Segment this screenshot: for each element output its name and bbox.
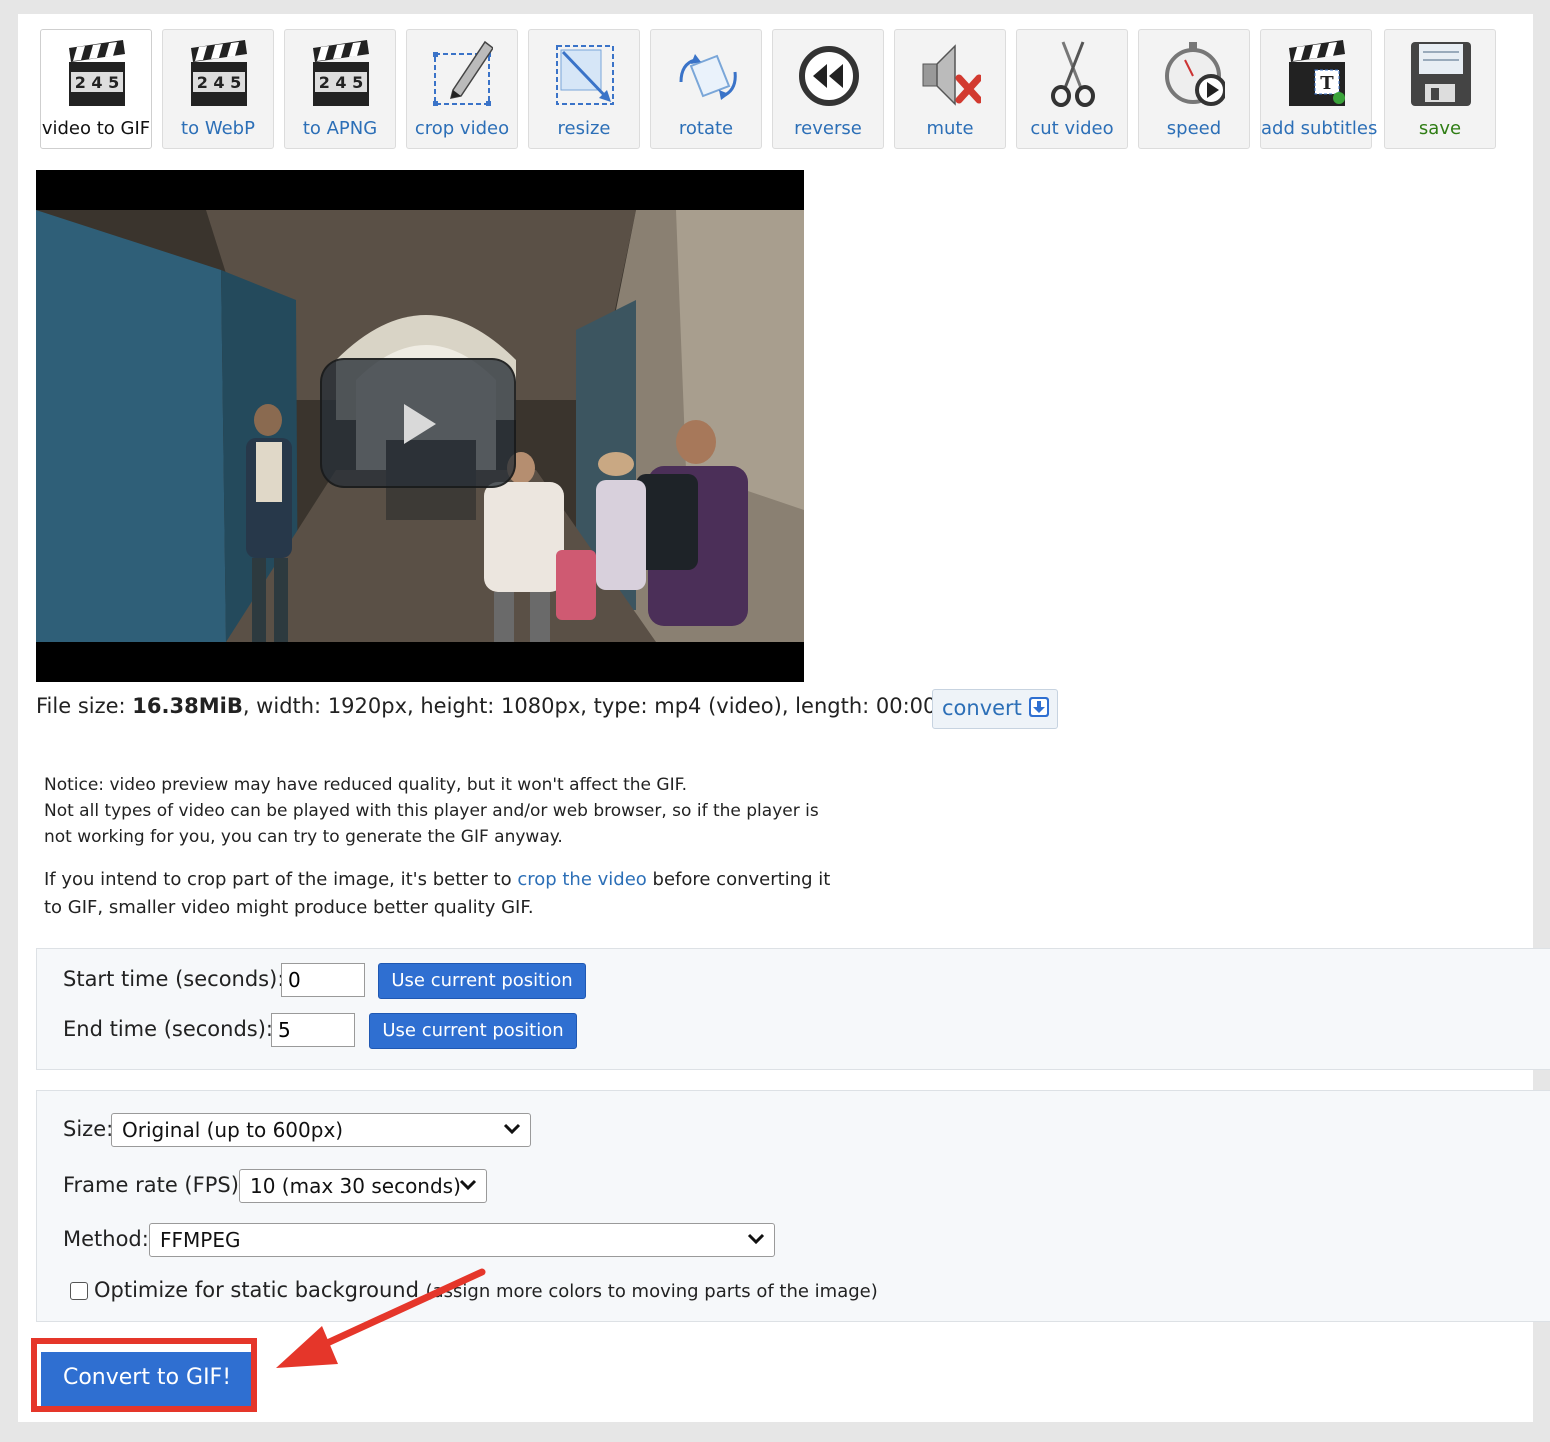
clapper-digits: 2 4 5	[197, 73, 242, 92]
tool-to-apng[interactable]: 2 4 5 to APNG	[284, 29, 396, 149]
tool-label: reverse	[794, 118, 862, 139]
tool-add-subtitles[interactable]: T add subtitles	[1260, 29, 1378, 149]
size-select-value: Original (up to 600px)	[122, 1118, 344, 1142]
end-use-current-position-button[interactable]: Use current position	[369, 1013, 577, 1049]
notice-line-2: Not all types of video can be played wit…	[44, 801, 819, 847]
time-range-panel: Start time (seconds): Use current positi…	[36, 948, 1550, 1070]
notice-text: Notice: video preview may have reduced q…	[44, 772, 844, 850]
floppy-disk-icon	[1411, 42, 1471, 106]
tool-cut-video[interactable]: cut video	[1016, 29, 1128, 149]
convert-label: convert	[942, 696, 1022, 720]
tool-label: crop video	[414, 118, 510, 139]
play-button[interactable]	[320, 358, 516, 488]
chevron-down-icon	[459, 1179, 477, 1191]
start-time-input[interactable]	[281, 963, 365, 997]
hint-text-before: If you intend to crop part of the image,…	[44, 869, 518, 890]
file-info: File size: 16.38MiB, width: 1920px, heig…	[36, 694, 970, 718]
optimize-static-background-checkbox[interactable]	[70, 1282, 88, 1300]
size-select[interactable]: Original (up to 600px)	[111, 1113, 531, 1147]
scissors-icon	[1051, 41, 1095, 107]
end-time-label: End time (seconds):	[63, 1017, 273, 1041]
annotation-arrow-icon	[276, 1268, 486, 1368]
clapperboard-icon: 2 4 5	[313, 40, 369, 106]
fps-label: Frame rate (FPS):	[63, 1173, 246, 1197]
tool-save[interactable]: save	[1384, 29, 1496, 149]
tool-label: speed	[1166, 118, 1222, 139]
tool-label: resize	[557, 118, 611, 139]
tool-to-webp[interactable]: 2 4 5 to WebP	[162, 29, 274, 149]
method-label: Method:	[63, 1227, 149, 1251]
tool-video-to-gif[interactable]: 2 4 5 video to GIF	[40, 29, 152, 149]
tool-reverse[interactable]: reverse	[772, 29, 884, 149]
tool-label: mute	[926, 118, 974, 139]
fps-select-value: 10 (max 30 seconds)	[250, 1174, 461, 1198]
tool-mute[interactable]: mute	[894, 29, 1006, 149]
tool-label: cut video	[1030, 118, 1114, 139]
convert-dropdown-button[interactable]: convert	[932, 689, 1058, 729]
notice-line-1: Notice: video preview may have reduced q…	[44, 775, 688, 795]
tool-label: rotate	[678, 118, 734, 139]
rewind-icon	[799, 46, 859, 106]
clapper-digits: 2 4 5	[75, 73, 120, 92]
tool-speed[interactable]: speed	[1138, 29, 1250, 149]
svg-text:T: T	[1320, 73, 1334, 94]
tool-resize[interactable]: resize	[528, 29, 640, 149]
start-time-label: Start time (seconds):	[63, 967, 285, 991]
tool-label: video to GIF	[41, 118, 151, 139]
chevron-down-icon	[503, 1123, 521, 1135]
start-use-current-position-button[interactable]: Use current position	[378, 963, 586, 999]
download-arrow-icon	[1029, 697, 1049, 717]
crop-icon	[433, 40, 493, 106]
crop-hint: If you intend to crop part of the image,…	[44, 866, 844, 922]
optimize-note: (assign more colors to moving parts of t…	[425, 1281, 878, 1302]
tool-label: add subtitles	[1261, 118, 1378, 139]
file-size-label: File size:	[36, 694, 133, 718]
end-time-input[interactable]	[271, 1013, 355, 1047]
chevron-down-icon	[747, 1233, 765, 1245]
file-details: , width: 1920px, height: 1080px, type: m…	[242, 694, 971, 718]
file-size-value: 16.38MiB	[132, 694, 243, 718]
clapper-digits: 2 4 5	[319, 73, 364, 92]
page-content: 2 4 5 video to GIF 2 4 5 to WebP 2 4 5 t…	[18, 14, 1550, 1422]
tool-rotate[interactable]: rotate	[650, 29, 762, 149]
tool-label: to APNG	[302, 118, 378, 139]
mute-icon	[922, 44, 981, 106]
method-select[interactable]: FFMPEG	[149, 1223, 775, 1257]
method-select-value: FFMPEG	[160, 1228, 241, 1252]
crop-the-video-link[interactable]: crop the video	[517, 869, 647, 890]
subtitles-icon: T	[1289, 40, 1345, 106]
resize-icon	[556, 45, 614, 105]
clapperboard-icon: 2 4 5	[191, 40, 247, 106]
fps-select[interactable]: 10 (max 30 seconds)	[239, 1169, 487, 1203]
rotate-icon	[679, 54, 737, 100]
highlight-box	[31, 1338, 257, 1412]
tool-label: to WebP	[181, 118, 255, 139]
clapperboard-icon: 2 4 5	[69, 40, 125, 106]
play-icon	[404, 404, 436, 444]
stopwatch-icon	[1165, 42, 1225, 106]
tool-label: save	[1418, 118, 1462, 139]
size-label: Size:	[63, 1117, 114, 1141]
tool-crop-video[interactable]: crop video	[406, 29, 518, 149]
video-player[interactable]	[36, 170, 804, 682]
